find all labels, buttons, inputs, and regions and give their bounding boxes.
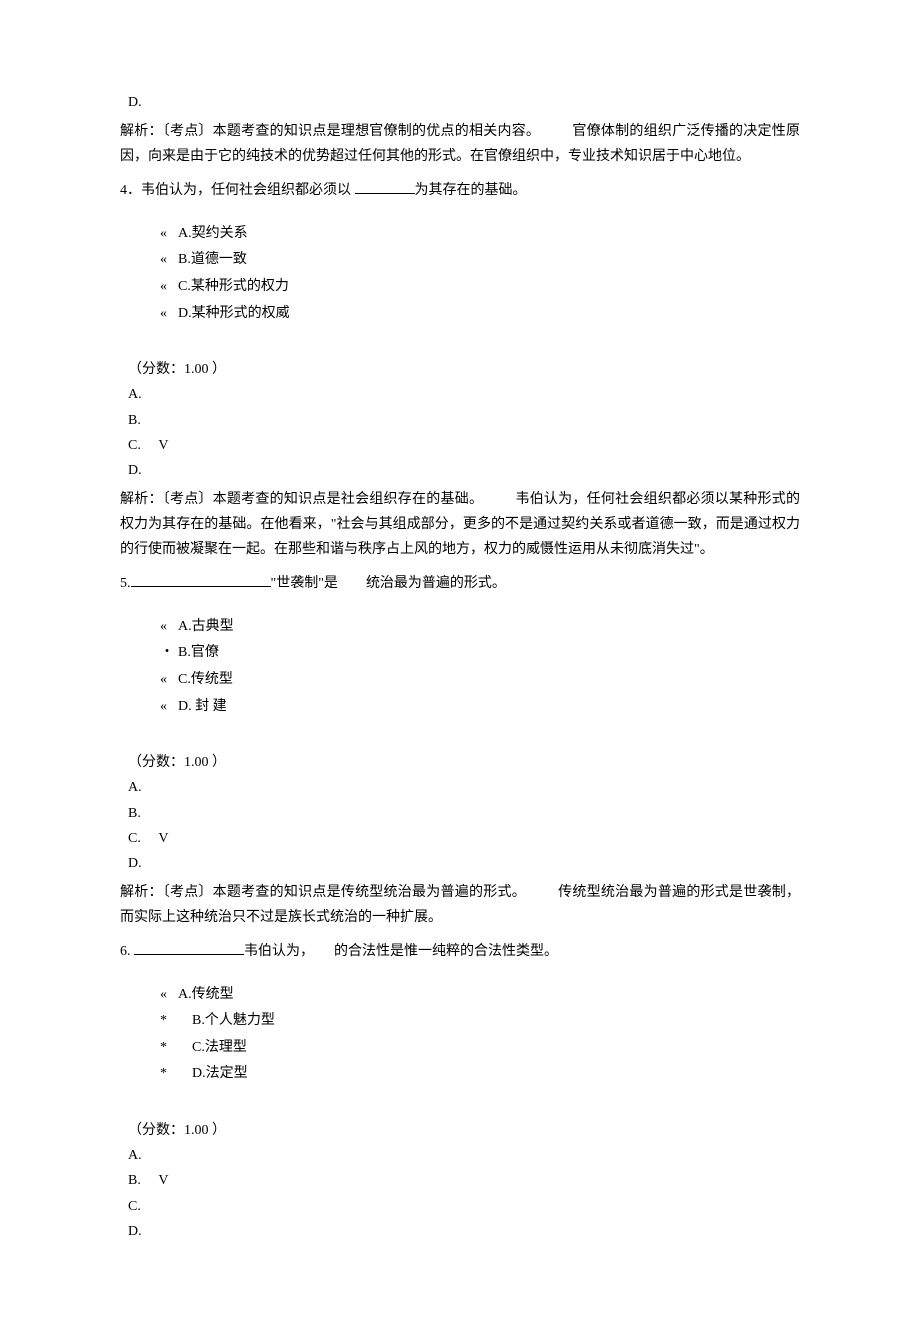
q6-number: 6. bbox=[120, 944, 134, 959]
q4-stem: 4．韦伯认为，任何社会组织都必须以 为其存在的基础。 bbox=[120, 178, 800, 203]
q4-explanation: 解析：〔考点〕本题考查的知识点是社会组织存在的基础。韦伯认为，任何社会组织都必须… bbox=[120, 487, 800, 563]
q4-score: （分数：1.00 ） bbox=[120, 357, 800, 382]
answer-b: B. bbox=[128, 801, 800, 826]
q5-stem: 5. "世袭制"是 统治最为普遍的形式。 bbox=[120, 571, 800, 596]
q6-stem: 6. 韦伯认为， 的合法性是惟一纯粹的合法性类型。 bbox=[120, 939, 800, 964]
q6-stem-post: 的合法性是惟一纯粹的合法性类型。 bbox=[334, 944, 558, 959]
answer-b: B. bbox=[128, 408, 800, 433]
q6-stem-mid: 韦伯认为， bbox=[244, 944, 314, 959]
q5-stem-mid: "世袭制"是 bbox=[271, 576, 338, 591]
answer-d: D. bbox=[128, 851, 800, 876]
answer-a: A. bbox=[128, 1143, 800, 1168]
explanation-head: 〔考点〕本题考查的知识点是社会组织存在的基础。 bbox=[163, 492, 484, 507]
option-b: *B.个人魅力型 bbox=[160, 1008, 800, 1035]
answer-b: B. V bbox=[128, 1168, 800, 1193]
explanation-text-head: 〔考点〕本题考查的知识点是理想官僚制的优点的相关内容。 bbox=[163, 124, 540, 139]
q4-options: «A.契约关系 «B.道德一致 «C.某种形式的权力 «D.某种形式的权威 bbox=[120, 221, 800, 327]
q6-options: «A.传统型 *B.个人魅力型 *C.法理型 *D.法定型 bbox=[120, 982, 800, 1088]
blank-line bbox=[131, 572, 271, 587]
blank-line bbox=[355, 179, 415, 194]
answer-d: D. bbox=[128, 1219, 800, 1244]
explanation-label: 解析： bbox=[120, 492, 163, 507]
q3-answer-d: D. bbox=[120, 90, 800, 115]
option-d: *D.法定型 bbox=[160, 1061, 800, 1088]
q6-answers: A. B. V C. D. bbox=[120, 1143, 800, 1244]
q4-stem-post: 为其存在的基础。 bbox=[415, 183, 527, 198]
answer-c: C. V bbox=[128, 433, 800, 458]
option-c: *C.法理型 bbox=[160, 1035, 800, 1062]
option-c: «C.某种形式的权力 bbox=[160, 274, 800, 301]
option-b: «B.道德一致 bbox=[160, 247, 800, 274]
explanation-label: 解析： bbox=[120, 124, 163, 139]
explanation-label: 解析： bbox=[120, 885, 163, 900]
answer-a: A. bbox=[128, 775, 800, 800]
option-a: «A.传统型 bbox=[160, 982, 800, 1009]
option-b: ・B.官僚 bbox=[160, 640, 800, 667]
option-a: «A.契约关系 bbox=[160, 221, 800, 248]
q4-stem-pre: 韦伯认为，任何社会组织都必须以 bbox=[141, 183, 355, 198]
answer-label: D. bbox=[128, 95, 142, 110]
q5-answers: A. B. C. V D. bbox=[120, 775, 800, 876]
answer-a: A. bbox=[128, 382, 800, 407]
q6-score: （分数：1.00 ） bbox=[120, 1118, 800, 1143]
q5-options: «A.古典型 ・B.官僚 «C.传统型 «D. 封 建 bbox=[120, 614, 800, 720]
answer-d: D. bbox=[128, 458, 800, 483]
q4-number: 4． bbox=[120, 183, 141, 198]
option-d: «D.某种形式的权威 bbox=[160, 301, 800, 328]
explanation-head: 〔考点〕本题考查的知识点是传统型统治最为普遍的形式。 bbox=[163, 885, 526, 900]
q5-number: 5. bbox=[120, 576, 131, 591]
q5-explanation: 解析：〔考点〕本题考查的知识点是传统型统治最为普遍的形式。传统型统治最为普遍的形… bbox=[120, 880, 800, 930]
option-c: «C.传统型 bbox=[160, 667, 800, 694]
answer-c: C. V bbox=[128, 826, 800, 851]
q5-stem-post: 统治最为普遍的形式。 bbox=[366, 576, 506, 591]
q3-explanation: 解析：〔考点〕本题考查的知识点是理想官僚制的优点的相关内容。官僚体制的组织广泛传… bbox=[120, 119, 800, 169]
answer-c: C. bbox=[128, 1194, 800, 1219]
q5-score: （分数：1.00 ） bbox=[120, 750, 800, 775]
option-a: «A.古典型 bbox=[160, 614, 800, 641]
q4-answers: A. B. C. V D. bbox=[120, 382, 800, 483]
option-d: «D. 封 建 bbox=[160, 694, 800, 721]
blank-line bbox=[134, 940, 244, 955]
